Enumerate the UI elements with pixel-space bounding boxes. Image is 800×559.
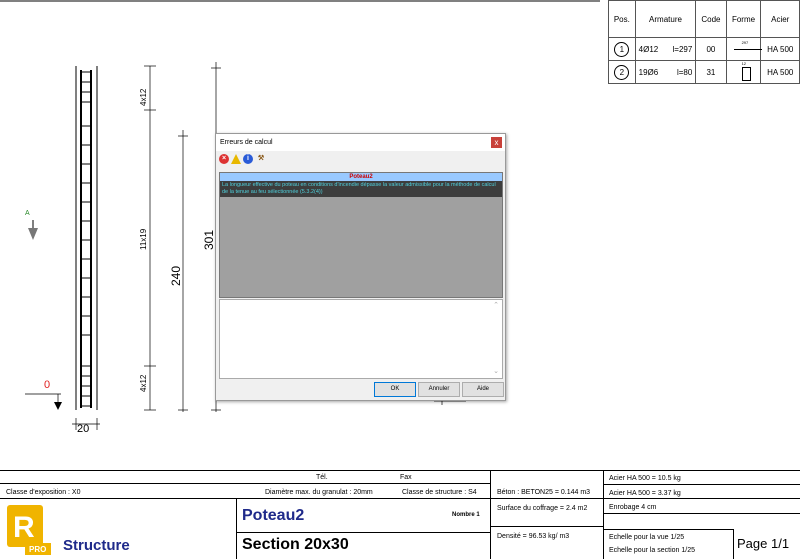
fax-label: Fax — [400, 474, 412, 481]
stirrup-zones-dimension: 4x12 11x19 4x12 — [139, 65, 156, 411]
shape-label: 12 — [741, 61, 747, 66]
help-button[interactable]: Aide — [462, 382, 504, 397]
table-row: 1 4Ø12 l=297 00 297 HA 500 — [608, 37, 800, 61]
info-filter-icon[interactable]: i — [243, 154, 253, 164]
tel-label: Tél. — [316, 474, 328, 481]
col-armature: Armature — [634, 0, 697, 38]
shape-label: 297 — [741, 40, 749, 45]
zone-top-text: 4x12 — [139, 88, 148, 106]
exposure-class: Classe d'exposition : X0 — [6, 489, 81, 496]
rebar-table: Pos. Armature Code Forme Acier 1 4Ø12 l=… — [608, 0, 800, 84]
rebar-steel: HA 500 — [760, 60, 800, 84]
scale-section: Echelle pour la section 1/25 — [609, 547, 695, 554]
col-pos: Pos. — [608, 0, 636, 38]
table-row: 2 19Ø6 l=80 31 12 HA 500 — [608, 60, 800, 84]
cancel-button[interactable]: Annuler — [418, 382, 460, 397]
element-count: Nombre 1 — [452, 512, 480, 518]
steel-weight-2: Acier HA 500 = 3.37 kg — [609, 490, 681, 497]
scale-view: Echelle pour la vue 1/25 — [609, 534, 685, 541]
rebar-length: l=80 — [665, 60, 697, 84]
rebar-steel: HA 500 — [760, 37, 800, 61]
rebar-length: l=297 — [665, 37, 697, 61]
concrete-cover: Enrobage 4 cm — [609, 504, 657, 511]
dialog-titlebar[interactable]: Erreurs de calcul x — [216, 134, 505, 151]
ok-button[interactable]: OK — [374, 382, 416, 397]
title-block: Tél. Fax Classe d'exposition : X0 Diamèt… — [0, 470, 800, 559]
error-message[interactable]: La longueur effective du poteau en condi… — [220, 181, 502, 197]
error-filter-icon[interactable]: × — [219, 154, 229, 164]
level-mark: 0 — [25, 379, 62, 410]
rebar-diameter: 19Ø6 — [634, 60, 666, 84]
steel-weight-1: Acier HA 500 = 10.5 kg — [609, 475, 681, 482]
level-mark-text: 0 — [44, 379, 50, 391]
straight-bar-icon — [733, 49, 762, 50]
error-element-header[interactable]: Poteau2 — [220, 173, 502, 181]
concrete-volume: Béton : BETON25 = 0.144 m3 — [497, 489, 591, 496]
col-acier: Acier — [760, 0, 800, 38]
col-code: Code — [695, 0, 727, 38]
rebar-table-header: Pos. Armature Code Forme Acier — [608, 0, 800, 38]
steel-density: Densité = 96.53 kg/ m3 — [497, 533, 570, 540]
aggregate-size: Diamètre max. du granulat : 20mm — [265, 489, 373, 496]
width-dim-text: 20 — [77, 423, 89, 435]
section-size: Section 20x30 — [242, 536, 349, 553]
svg-text:R: R — [13, 511, 35, 544]
stirrup-shape-icon — [741, 67, 751, 81]
inner-height-dimension: 240 — [169, 130, 188, 412]
inner-dim-text: 240 — [169, 266, 183, 286]
zone-middle-text: 11x19 — [139, 228, 148, 250]
app-logo: R PRO — [3, 503, 55, 557]
page-number: Page 1/1 — [737, 536, 790, 551]
app-name: Structure — [63, 537, 130, 554]
column-body — [75, 66, 98, 410]
rebar-shape: 297 — [725, 37, 762, 61]
zone-bottom-text: 4x12 — [139, 374, 148, 392]
pos-number: 2 — [614, 64, 630, 80]
error-detail-area[interactable]: ⌃ ⌄ — [219, 299, 503, 379]
col-forme: Forme — [725, 0, 762, 38]
calculation-errors-dialog: Erreurs de calcul x × i ⚒ Poteau2 La lon… — [215, 133, 506, 401]
section-mark: A — [25, 210, 38, 240]
close-button[interactable]: x — [491, 137, 502, 148]
stirrups — [81, 71, 91, 407]
element-name: Poteau2 — [242, 507, 305, 524]
rebar-code: 31 — [695, 60, 727, 84]
logo-pro: PRO — [29, 545, 47, 554]
scroll-down-icon[interactable]: ⌄ — [492, 368, 500, 376]
error-list[interactable]: Poteau2 La longueur effective du poteau … — [219, 172, 503, 298]
dialog-title: Erreurs de calcul — [220, 139, 273, 146]
scroll-up-icon[interactable]: ⌃ — [492, 302, 500, 310]
dialog-toolbar: × i ⚒ — [219, 154, 267, 166]
section-mark-text: A — [25, 210, 30, 217]
rebar-code: 00 — [695, 37, 727, 61]
rebar-shape: 12 — [725, 60, 762, 84]
width-dimension: 20 — [72, 418, 100, 435]
warning-filter-icon[interactable] — [231, 154, 241, 164]
total-dim-text: 301 — [202, 230, 216, 250]
formwork-area: Surface du coffrage = 2.4 m2 — [497, 505, 588, 512]
tools-icon[interactable]: ⚒ — [255, 154, 267, 164]
structure-class: Classe de structure : S4 — [402, 489, 477, 496]
pos-number: 1 — [614, 41, 630, 57]
rebar-diameter: 4Ø12 — [634, 37, 666, 61]
